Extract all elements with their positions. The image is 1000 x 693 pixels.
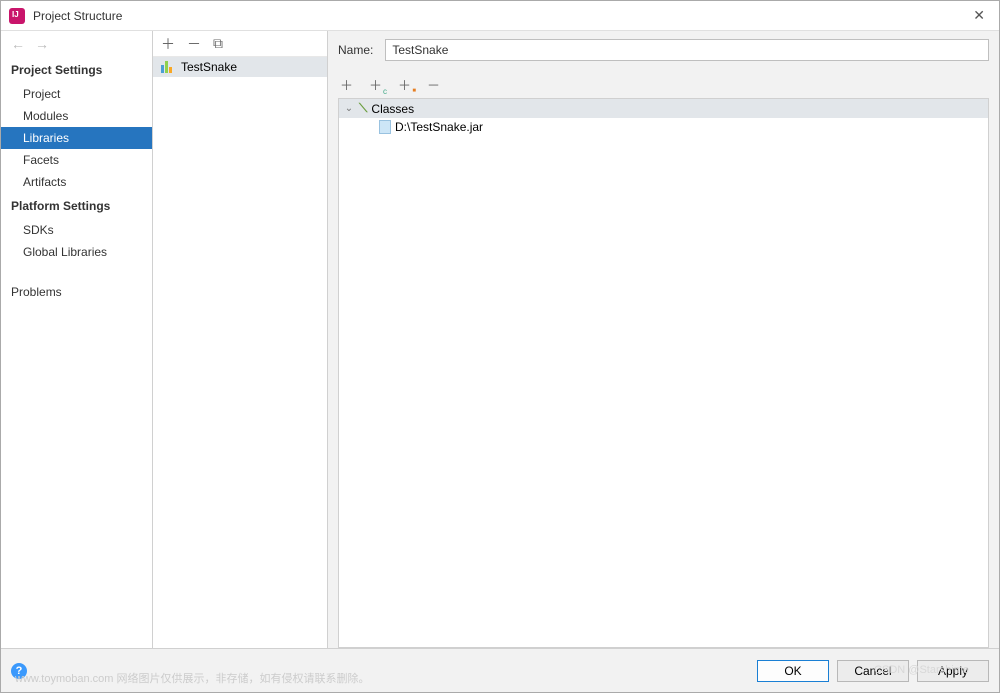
forward-arrow-icon[interactable]: →	[35, 36, 49, 52]
jar-icon	[379, 120, 391, 134]
sidebar-item-sdks[interactable]: SDKs	[1, 219, 152, 241]
add-module-icon[interactable]: ＋	[398, 75, 411, 94]
classes-icon: ⟍	[359, 101, 367, 116]
titlebar: Project Structure ✕	[1, 1, 999, 31]
copy-icon[interactable]: ⧉	[213, 35, 223, 52]
close-icon[interactable]: ✕	[967, 7, 991, 24]
nav-arrows: ← →	[1, 31, 152, 57]
sidebar-item-artifacts[interactable]: Artifacts	[1, 171, 152, 193]
chevron-down-icon[interactable]: ⌄	[343, 103, 355, 114]
library-list-panel: ＋ － ⧉ TestSnake	[153, 31, 328, 648]
dialog-footer: ? OK Cancel Apply	[1, 648, 999, 692]
add-class-icon[interactable]: ＋	[369, 75, 382, 94]
sidebar-item-project[interactable]: Project	[1, 83, 152, 105]
name-row: Name:	[338, 39, 989, 61]
library-icon	[161, 61, 175, 73]
sidebar-item-global-libraries[interactable]: Global Libraries	[1, 241, 152, 263]
name-label: Name:	[338, 43, 373, 57]
section-platform-settings: Platform Settings	[1, 193, 152, 219]
button-bar: OK Cancel Apply	[757, 660, 989, 682]
tree-file-label: D:\TestSnake.jar	[395, 120, 483, 134]
settings-sidebar: ← → Project Settings Project Modules Lib…	[1, 31, 153, 648]
library-item[interactable]: TestSnake	[153, 57, 327, 77]
back-arrow-icon[interactable]: ←	[11, 36, 25, 52]
main-area: ← → Project Settings Project Modules Lib…	[1, 31, 999, 648]
cancel-button[interactable]: Cancel	[837, 660, 909, 682]
section-project-settings: Project Settings	[1, 57, 152, 83]
sidebar-item-facets[interactable]: Facets	[1, 149, 152, 171]
tree-file-row[interactable]: D:\TestSnake.jar	[339, 118, 988, 136]
remove-entry-icon[interactable]: －	[427, 75, 440, 94]
apply-button[interactable]: Apply	[917, 660, 989, 682]
library-item-label: TestSnake	[181, 60, 237, 74]
help-icon[interactable]: ?	[11, 663, 27, 679]
add-icon[interactable]: ＋	[161, 34, 175, 54]
add-entry-icon[interactable]: ＋	[340, 75, 353, 94]
tree-group-classes[interactable]: ⌄ ⟍ Classes	[339, 99, 988, 118]
sidebar-item-libraries[interactable]: Libraries	[1, 127, 152, 149]
app-icon	[9, 8, 25, 24]
name-input[interactable]	[385, 39, 989, 61]
sidebar-item-modules[interactable]: Modules	[1, 105, 152, 127]
tree-group-label: Classes	[371, 102, 414, 116]
ok-button[interactable]: OK	[757, 660, 829, 682]
library-toolbar: ＋ － ⧉	[153, 31, 327, 57]
remove-icon[interactable]: －	[187, 34, 201, 54]
window-title: Project Structure	[33, 9, 122, 23]
sidebar-item-problems[interactable]: Problems	[1, 281, 152, 303]
library-detail-panel: Name: ＋ ＋ ＋ － ⌄ ⟍ Classes D:\TestSnake.j…	[328, 31, 999, 648]
classpath-tree: ⌄ ⟍ Classes D:\TestSnake.jar	[338, 98, 989, 648]
classpath-toolbar: ＋ ＋ ＋ －	[338, 73, 989, 98]
